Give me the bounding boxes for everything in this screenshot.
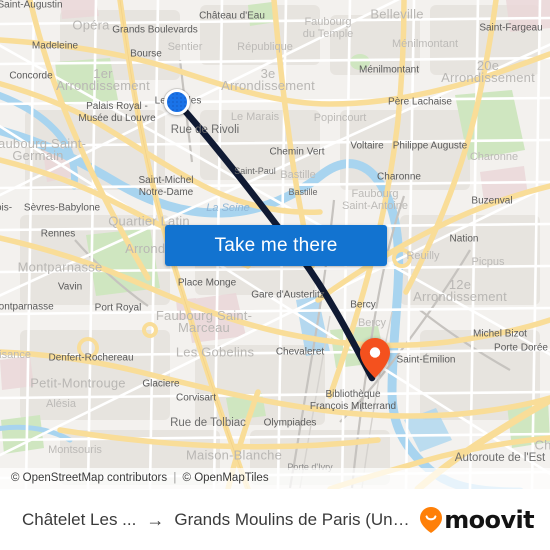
map-attribution: © OpenStreetMap contributors | © OpenMap… (0, 468, 550, 489)
origin-dot-marker[interactable] (164, 89, 190, 115)
take-me-there-button[interactable]: Take me there (165, 225, 387, 266)
arrow-right-icon: → (146, 509, 165, 530)
attribution-osm[interactable]: © OpenStreetMap contributors (11, 472, 167, 484)
route-origin-label: Châtelet Les ... (22, 509, 137, 529)
destination-pin-marker[interactable] (360, 338, 390, 383)
moovit-pin-icon (420, 506, 443, 533)
moovit-route-preview-screen: Saint-Augustin Opéra Grands Boulevards Chât… (0, 0, 550, 550)
moovit-logo[interactable]: moovit (420, 505, 535, 534)
attribution-openmaptiles[interactable]: © OpenMapTiles (183, 472, 269, 484)
moovit-wordmark: moovit (444, 505, 534, 534)
map-canvas[interactable]: Saint-Augustin Opéra Grands Boulevards Chât… (0, 0, 550, 489)
origin-dot-pattern (167, 92, 187, 112)
attribution-separator: | (173, 472, 177, 484)
map-pin-icon (360, 338, 390, 378)
route-endpoints: Châtelet Les ... → Grands Moulins de Par… (22, 510, 410, 530)
route-destination-label: Grands Moulins de Paris (Universi... (174, 509, 411, 529)
route-summary-bar: Châtelet Les ... → Grands Moulins de Par… (0, 489, 550, 550)
